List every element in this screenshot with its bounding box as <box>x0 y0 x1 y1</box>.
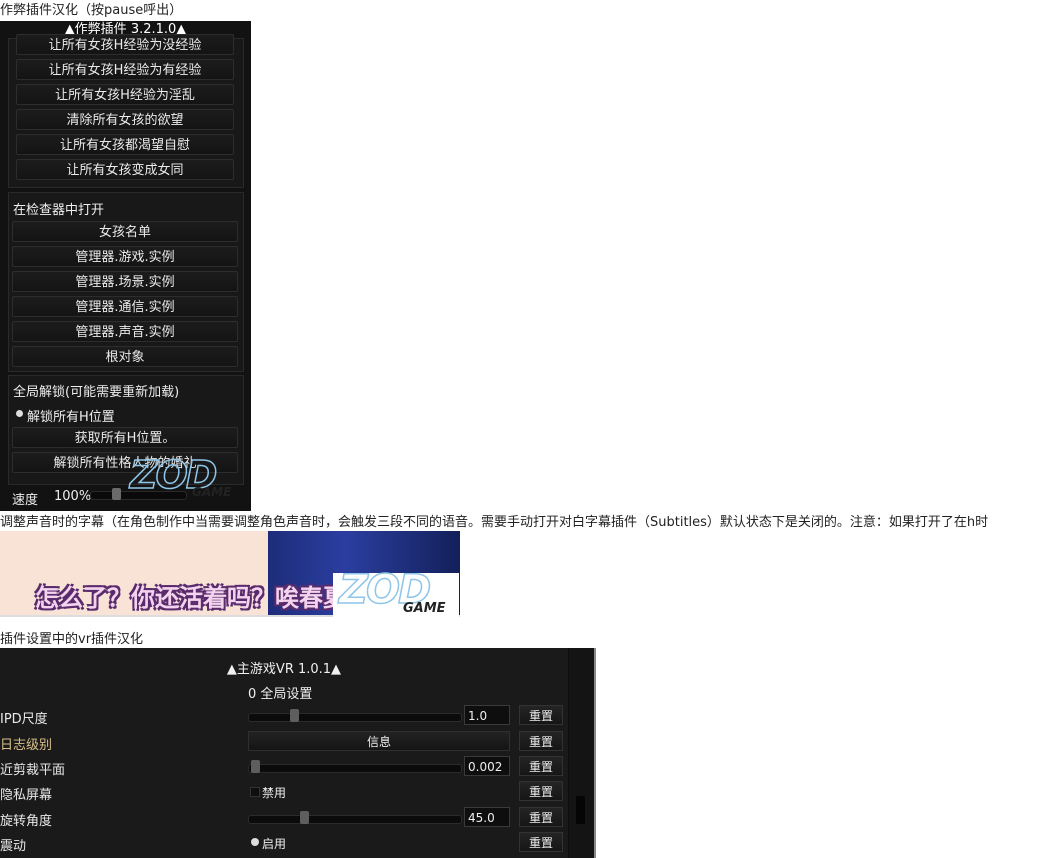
rotation-slider-handle[interactable] <box>300 811 309 824</box>
ipd-reset-button[interactable]: 重置 <box>519 705 563 725</box>
vibration-reset-button[interactable]: 重置 <box>519 832 563 852</box>
near-clip-slider[interactable] <box>248 764 462 773</box>
log-level-row: 日志级别 信息 重置 <box>0 730 568 754</box>
near-clip-slider-handle[interactable] <box>251 760 260 773</box>
desire-masturbate-button[interactable]: 让所有女孩都渴望自慰 <box>16 134 234 155</box>
speed-slider-handle[interactable] <box>112 488 121 500</box>
rotation-reset-button[interactable]: 重置 <box>519 807 563 827</box>
near-clip-row: 近剪裁平面 0.002 重置 <box>0 755 568 779</box>
rotation-label: 旋转角度 <box>0 814 53 829</box>
near-clip-reset-button[interactable]: 重置 <box>519 756 563 776</box>
game-manager-button[interactable]: 管理器.游戏.实例 <box>12 246 238 267</box>
caption-subtitle: 调整声音时的字幕（在角色制作中当需要调整角色声音时，会触发三段不同的语音。需要手… <box>0 515 989 530</box>
log-level-label: 日志级别 <box>0 738 53 753</box>
rotation-input[interactable]: 45.0 <box>464 807 510 827</box>
watermark-logo: ZOD GAME <box>129 452 232 499</box>
privacy-reset-button[interactable]: 重置 <box>519 781 563 801</box>
vr-section-header: 0 全局设置 <box>248 687 313 702</box>
set-h-lewd-button[interactable]: 让所有女孩H经验为淫乱 <box>16 84 234 105</box>
inspector-group: 在检查器中打开 女孩名单 管理器.游戏.实例 管理器.场景.实例 管理器.通信.… <box>8 192 244 372</box>
cheat-plugin-panel: ▲作弊插件 3.2.1.0▲ 让所有女孩H经验为没经验 让所有女孩H经验为有经验… <box>0 21 251 511</box>
root-objects-button[interactable]: 根对象 <box>12 346 238 367</box>
unlock-radio[interactable] <box>16 410 23 417</box>
clear-desire-button[interactable]: 清除所有女孩的欲望 <box>16 109 234 130</box>
vr-scrollbar[interactable] <box>569 648 596 858</box>
vibration-label: 震动 <box>0 839 27 854</box>
ipd-label: IPD尺度 <box>0 712 48 727</box>
get-all-h-positions-button[interactable]: 获取所有H位置。 <box>12 427 238 448</box>
girl-list-button[interactable]: 女孩名单 <box>12 221 238 242</box>
set-h-none-button[interactable]: 让所有女孩H经验为没经验 <box>16 34 234 55</box>
privacy-row: 隐私屏幕 禁用 重置 <box>0 780 568 804</box>
vr-settings-panel: ▲主游戏VR 1.0.1▲ 0 全局设置 IPD尺度 1.0 重置 日志级别 信… <box>0 648 596 858</box>
speed-value: 100% <box>54 489 92 504</box>
vibration-state: 启用 <box>262 837 287 851</box>
unlock-label: 全局解锁(可能需要重新加载) <box>13 385 180 400</box>
rotation-row: 旋转角度 45.0 重置 <box>0 806 568 830</box>
vr-panel-edge <box>594 648 596 858</box>
unlock-radio-label: 解锁所有H位置 <box>27 410 115 425</box>
ipd-row: IPD尺度 1.0 重置 <box>0 704 568 728</box>
privacy-label: 隐私屏幕 <box>0 788 53 803</box>
vr-title: ▲主游戏VR 1.0.1▲ <box>226 662 342 677</box>
inspector-label: 在检查器中打开 <box>13 203 105 218</box>
watermark-logo: ZOD GAME <box>338 566 446 616</box>
h-experience-group: 让所有女孩H经验为没经验 让所有女孩H经验为有经验 让所有女孩H经验为淫乱 清除… <box>8 34 244 188</box>
subtitle-text: 怎么了？你还活着吗？唉春夏 <box>35 584 347 612</box>
scene-manager-button[interactable]: 管理器.场景.实例 <box>12 271 238 292</box>
vr-scrollbar-thumb[interactable] <box>576 796 585 824</box>
near-clip-label: 近剪裁平面 <box>0 763 66 778</box>
sound-manager-button[interactable]: 管理器.声音.实例 <box>12 321 238 342</box>
speed-label: 速度 <box>12 493 39 508</box>
privacy-state: 禁用 <box>262 786 287 800</box>
rotation-slider[interactable] <box>248 815 462 824</box>
comm-manager-button[interactable]: 管理器.通信.实例 <box>12 296 238 317</box>
privacy-checkbox[interactable] <box>250 787 260 797</box>
log-level-dropdown[interactable]: 信息 <box>248 731 510 751</box>
ipd-slider-handle[interactable] <box>290 709 299 722</box>
vibration-row: 震动 启用 重置 <box>0 831 568 855</box>
caption-vr: 插件设置中的vr插件汉化 <box>0 632 144 647</box>
vibration-toggle[interactable] <box>251 838 259 846</box>
ipd-input[interactable]: 1.0 <box>464 705 510 725</box>
log-level-reset-button[interactable]: 重置 <box>519 731 563 751</box>
watermark-box: ZOD GAME <box>333 566 459 625</box>
set-h-experienced-button[interactable]: 让所有女孩H经验为有经验 <box>16 59 234 80</box>
ipd-slider[interactable] <box>248 713 462 722</box>
make-lesbian-button[interactable]: 让所有女孩变成女同 <box>16 159 234 180</box>
caption-cheat: 作弊插件汉化（按pause呼出） <box>0 3 183 18</box>
near-clip-input[interactable]: 0.002 <box>464 756 510 776</box>
